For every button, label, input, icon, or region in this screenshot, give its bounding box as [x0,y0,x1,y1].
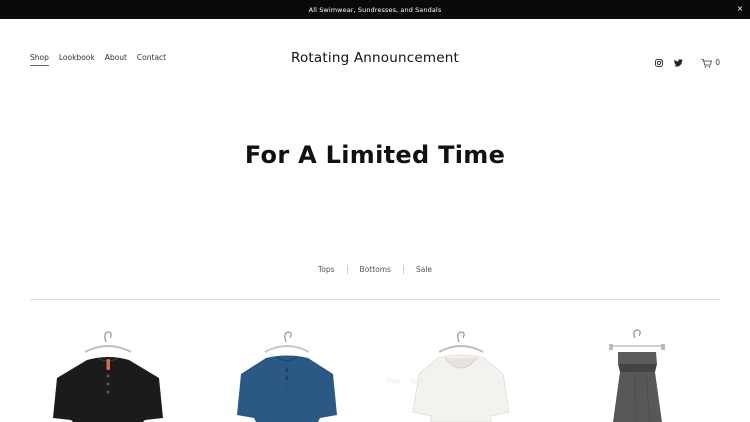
site-title[interactable]: Rotating Announcement [0,50,750,66]
product-image [237,331,337,422]
header-actions: 0 [645,53,720,72]
twitter-icon[interactable] [673,58,683,68]
site-header: Shop Lookbook About Contact Rotating Ann… [0,19,750,99]
product-card[interactable] [30,300,190,422]
announcement-bar: All Swimwear, Sundresses, and Sandals × [0,0,750,19]
close-icon[interactable]: × [735,4,745,14]
product-image: Tops Sale [386,331,510,422]
instagram-icon[interactable] [654,58,664,68]
cart-button[interactable]: 0 [701,53,720,72]
product-image [53,331,163,422]
product-card[interactable] [560,300,720,422]
cart-icon [701,53,713,72]
svg-text:Tops: Tops [386,378,400,385]
category-nav: Tops Bottoms Sale [0,265,750,274]
category-sale[interactable]: Sale [404,265,444,274]
product-card[interactable] [207,300,367,422]
hero-title: For A Limited Time [244,141,506,169]
product-grid: Tops Sale [30,300,720,422]
product-card[interactable]: Tops Sale [383,300,543,422]
category-bottoms[interactable]: Bottoms [348,265,403,274]
announcement-text: All Swimwear, Sundresses, and Sandals [308,5,442,14]
category-tops[interactable]: Tops [306,265,347,274]
cart-count: 0 [715,58,720,67]
svg-text:Sale: Sale [411,378,424,385]
product-image [609,329,665,422]
